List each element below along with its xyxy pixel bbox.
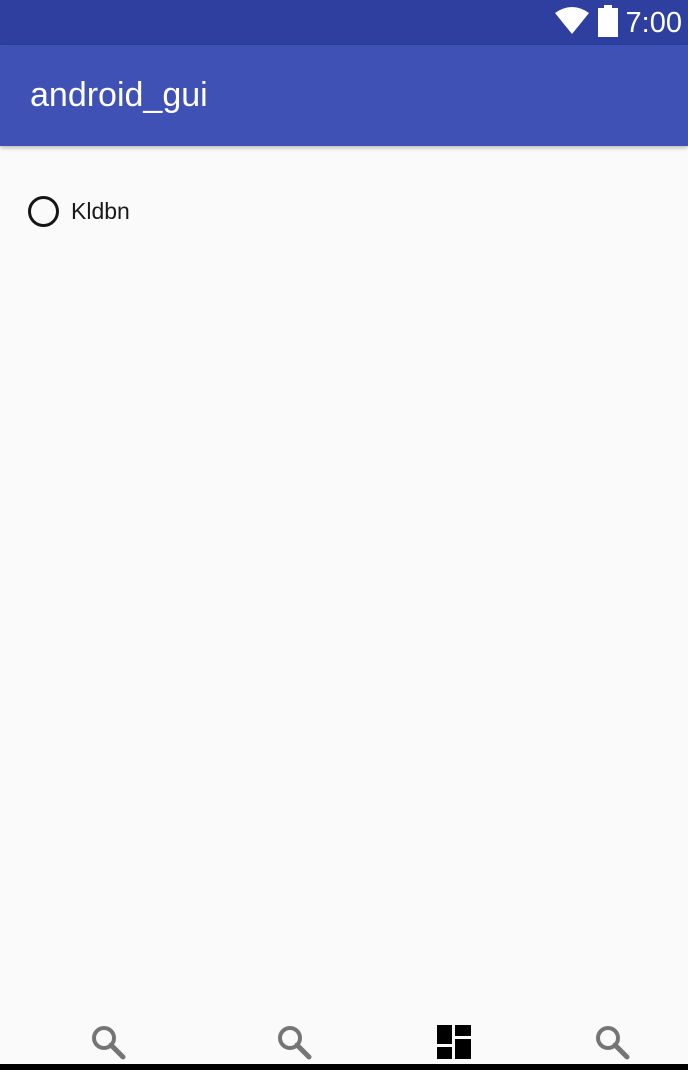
- battery-icon: [597, 4, 618, 42]
- search-icon: [90, 1024, 126, 1065]
- nav-item-search-1[interactable]: [88, 1024, 128, 1064]
- search-icon: [594, 1024, 630, 1065]
- status-time: 7:00: [625, 7, 682, 39]
- radio-button-unchecked-icon[interactable]: [28, 195, 59, 227]
- app-title: android_gui: [30, 76, 208, 114]
- search-icon: [276, 1024, 312, 1065]
- app-bar: android_gui: [0, 45, 688, 146]
- dashboard-icon: [437, 1024, 471, 1064]
- radio-option[interactable]: Kldbn: [28, 192, 130, 230]
- radio-label: Kldbn: [71, 197, 130, 224]
- nav-item-dashboard[interactable]: [434, 1024, 474, 1064]
- status-bar: 7:00: [0, 0, 688, 45]
- content-area: Kldbn: [0, 146, 688, 1016]
- wifi-icon: [554, 6, 590, 40]
- bottom-divider: [0, 1064, 688, 1070]
- nav-item-search-2[interactable]: [274, 1024, 314, 1064]
- nav-item-search-3[interactable]: [592, 1024, 632, 1064]
- status-icons: 7:00: [554, 4, 682, 42]
- bottom-navigation: [0, 1016, 688, 1064]
- screen: 7:00 android_gui Kldbn: [0, 0, 688, 1070]
